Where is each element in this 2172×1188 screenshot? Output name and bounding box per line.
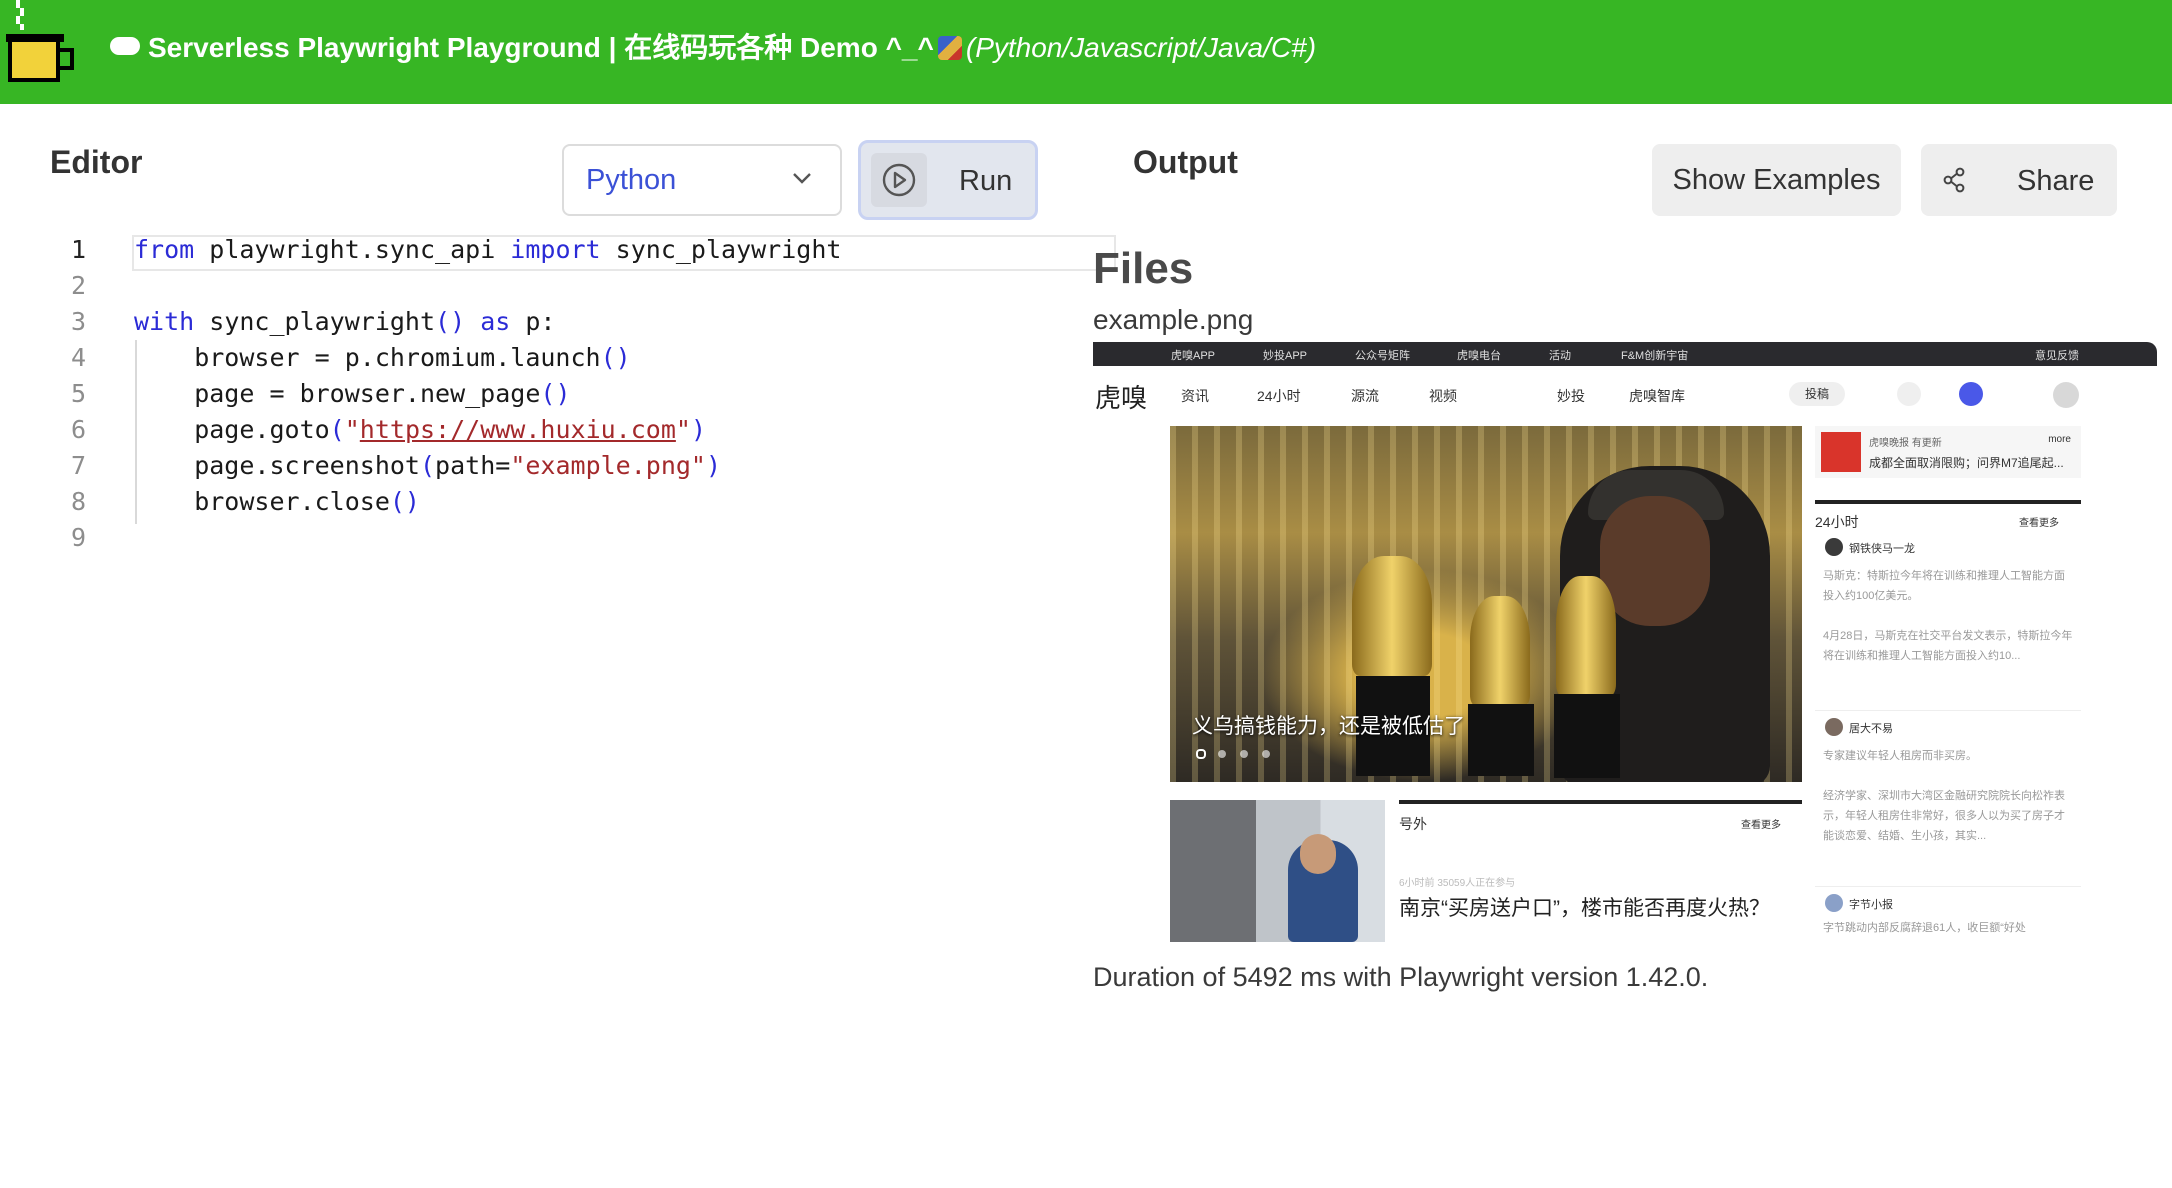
line-number: 9 <box>70 523 86 552</box>
code-text: page = browser.new_page() <box>134 379 571 408</box>
site-user-avatar <box>2053 382 2079 408</box>
code-line[interactable]: 8 browser.close() <box>40 484 1075 520</box>
line-number: 7 <box>70 451 86 480</box>
code-line[interactable]: 1 from playwright.sync_api import sync_pl… <box>40 232 1116 271</box>
site-topbar-item: 意见反馈 <box>2035 350 2079 362</box>
show-examples-button[interactable]: Show Examples <box>1652 144 1901 216</box>
site-nav-item: 虎嗅智库 <box>1629 388 1685 404</box>
site-topbar-item: 虎嗅电台 <box>1457 350 1501 362</box>
run-button[interactable]: Run <box>858 140 1038 220</box>
output-screenshot-image: 虎嗅APP 妙投APP 公众号矩阵 虎嗅电台 活动 F&M创新宇宙 意见反馈 虎… <box>1093 342 2157 942</box>
site-submit-button: 投稿 <box>1789 382 1845 406</box>
site-avatar <box>1825 538 1843 556</box>
chevron-down-icon <box>793 173 811 184</box>
site-avatar <box>1825 894 1843 912</box>
site-24h-more: 查看更多 <box>2019 518 2059 529</box>
site-side-card-more: more <box>2048 434 2071 445</box>
share-icon <box>1943 167 1965 193</box>
site-feed-text: 专家建议年轻人租房而非买房。 经济学家、深圳市大湾区金融研究院院长向松祚表示，年… <box>1823 750 2065 842</box>
site-feed-text: 马斯克：特斯拉今年将在训练和推理人工智能方面投入约100亿美元。 4月28日，马… <box>1823 570 2073 662</box>
duration-text: Duration of 5492 ms with Playwright vers… <box>1093 962 1709 992</box>
files-heading: Files <box>1093 244 1194 293</box>
site-feed-item: 钢铁侠马一龙 马斯克：特斯拉今年将在训练和推理人工智能方面投入约100亿美元。 … <box>1823 538 2081 668</box>
site-nav-item: 视频 <box>1429 388 1457 404</box>
site-topbar-item: 活动 <box>1549 350 1571 362</box>
site-thumb-image <box>1170 800 1385 942</box>
site-side-card-text: 成都全面取消限购；问界M7追尾起... <box>1869 456 2064 470</box>
line-number: 8 <box>70 487 86 516</box>
indent-guide <box>135 340 137 524</box>
language-select[interactable]: Python <box>562 144 842 216</box>
code-text: browser.close() <box>134 487 420 516</box>
code-line[interactable]: 4 browser = p.chromium.launch() <box>40 340 1075 376</box>
code-text: page.screenshot(path="example.png") <box>134 451 722 480</box>
share-button-label: Share <box>2017 165 2095 197</box>
site-topbar-item: F&M创新宇宙 <box>1621 350 1689 362</box>
line-number: 2 <box>70 271 86 300</box>
site-feed-author: 钢铁侠马一龙 <box>1849 543 1915 555</box>
line-number: 4 <box>70 343 86 372</box>
site-badge-logo <box>1821 432 1861 472</box>
cloud-icon <box>110 37 140 55</box>
file-name: example.png <box>1093 304 1254 335</box>
code-text: page.goto("https://www.huxiu.com") <box>134 415 706 444</box>
code-editor[interactable]: 1 from playwright.sync_api import sync_pl… <box>40 232 1116 556</box>
line-number: 6 <box>70 415 86 444</box>
site-nav-item: 妙投 <box>1557 388 1585 404</box>
app-header: Serverless Playwright Playground | 在线码玩各… <box>0 0 2172 104</box>
play-circle-icon <box>871 153 927 207</box>
app-title-text: Serverless Playwright Playground | 在线码玩各… <box>148 32 934 63</box>
wizard-emoji-icon <box>937 36 962 60</box>
site-haowai-title: 号外 <box>1399 816 1427 832</box>
site-logo: 虎嗅 <box>1095 384 1148 414</box>
code-line[interactable]: 2 <box>40 268 1075 304</box>
code-text: from playwright.sync_api import sync_pla… <box>134 235 842 264</box>
code-text: with sync_playwright() as p: <box>134 307 556 336</box>
site-haowai-more: 查看更多 <box>1741 820 1781 831</box>
language-select-value: Python <box>586 164 677 196</box>
line-number: 3 <box>70 307 86 336</box>
output-heading: Output <box>1133 144 1238 180</box>
site-topbar: 虎嗅APP 妙投APP 公众号矩阵 虎嗅电台 活动 F&M创新宇宙 意见反馈 <box>1093 342 2157 366</box>
site-feed-author: 居大不易 <box>1849 723 1893 735</box>
code-line[interactable]: 7 page.screenshot(path="example.png") <box>40 448 1075 484</box>
line-number: 1 <box>70 235 86 264</box>
site-feed-text: 字节跳动内部反腐辞退61人，收巨额“好处 <box>1823 922 2026 934</box>
site-search-icon <box>1897 382 1921 406</box>
site-hero-caption: 义乌搞钱能力，还是被低估了 <box>1192 715 1465 738</box>
code-text: browser = p.chromium.launch() <box>134 343 631 372</box>
site-hero-image: 义乌搞钱能力，还是被低估了 <box>1170 426 1802 782</box>
share-button[interactable]: Share <box>1921 144 2117 216</box>
site-haowai-meta: 6小时前 35059人正在参与 <box>1399 878 1516 889</box>
coffee-cup-icon <box>6 0 74 82</box>
site-haowai-headline: 南京“买房送户口”，楼市能否再度火热？ <box>1399 897 1770 920</box>
code-line[interactable]: 5 page = browser.new_page() <box>40 376 1075 412</box>
site-side-card-label: 虎嗅晚报 有更新 <box>1869 438 1942 449</box>
site-nav-item: 源流 <box>1351 388 1379 404</box>
line-number: 5 <box>70 379 86 408</box>
app-title-languages: (Python/Javascript/Java/C#) <box>965 32 1317 63</box>
site-topbar-item: 公众号矩阵 <box>1355 350 1410 362</box>
editor-heading: Editor <box>50 144 143 180</box>
site-topbar-item: 妙投APP <box>1263 350 1308 362</box>
site-feed-item: 字节小报 字节跳动内部反腐辞退61人，收巨额“好处 <box>1823 894 2081 940</box>
app-title: Serverless Playwright Playground | 在线码玩各… <box>110 28 1316 68</box>
code-line[interactable]: 6 page.goto("https://www.huxiu.com") <box>40 412 1075 448</box>
site-avatar <box>1825 718 1843 736</box>
code-line[interactable]: 9 <box>40 520 1075 556</box>
code-line[interactable]: 3 with sync_playwright() as p: <box>40 304 1075 340</box>
site-nav-item: 24小时 <box>1257 388 1301 404</box>
site-compass-icon <box>1959 382 1983 406</box>
site-feed-item: 居大不易 专家建议年轻人租房而非买房。 经济学家、深圳市大湾区金融研究院院长向松… <box>1823 718 2081 848</box>
site-nav-item: 资讯 <box>1181 388 1209 404</box>
site-24h-title: 24小时 <box>1815 514 1859 530</box>
site-feed-author: 字节小报 <box>1849 899 1893 911</box>
run-button-label: Run <box>959 165 1013 197</box>
site-topbar-item: 虎嗅APP <box>1171 350 1216 362</box>
site-side-card: 虎嗅晚报 有更新 more 成都全面取消限购；问界M7追尾起... <box>1815 426 2081 478</box>
